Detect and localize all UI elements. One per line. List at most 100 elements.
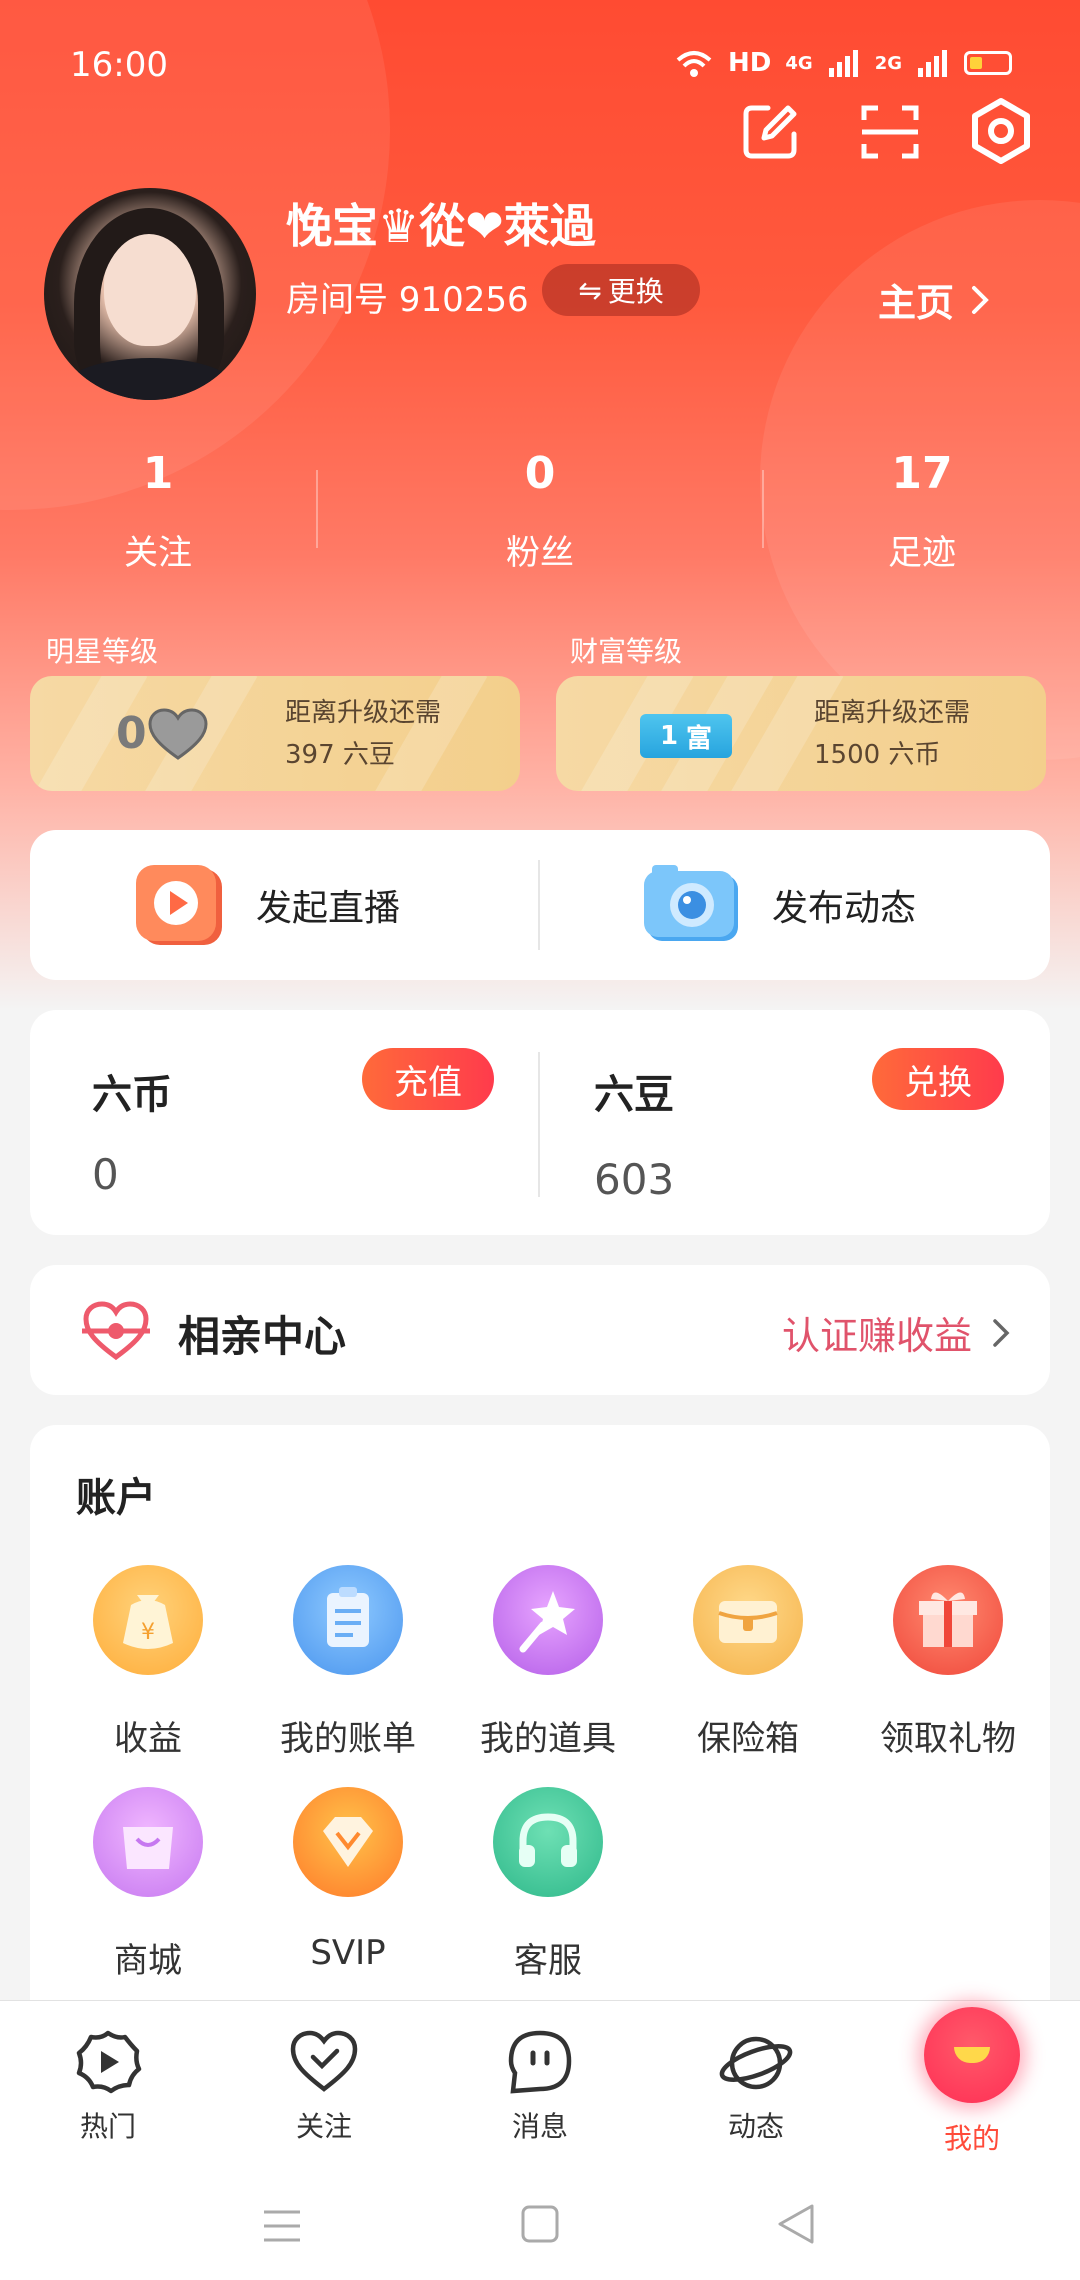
tab-hot[interactable]: 热门 xyxy=(28,2029,188,2145)
scan-icon[interactable] xyxy=(858,100,922,164)
mall-label: 商城 xyxy=(114,1941,182,1981)
signal-icon xyxy=(828,50,858,77)
swap-label: 更换 xyxy=(607,275,664,308)
coins-value: 0 xyxy=(92,1150,119,1199)
safe-box-label: 保险箱 xyxy=(697,1719,799,1759)
my-bills-item[interactable]: 我的账单 xyxy=(248,1565,448,1760)
start-live-button[interactable]: 发起直播 xyxy=(134,830,400,980)
beans-value: 603 xyxy=(594,1155,675,1204)
wealth-level-line1: 距离升级还需 xyxy=(814,698,971,728)
tab-moments-label: 动态 xyxy=(727,2110,784,2143)
homepage-link[interactable]: 主页 xyxy=(878,272,990,327)
network-4g-label: 4G xyxy=(785,52,813,74)
wealth-level-title: 财富等级 xyxy=(570,635,683,668)
mall-item[interactable]: 商城 xyxy=(48,1787,248,1982)
stat-fans-value: 0 xyxy=(524,448,556,499)
wealth-level-badge: 1 富 xyxy=(640,714,732,758)
post-moment-button[interactable]: 发布动态 xyxy=(642,830,916,980)
my-bills-label: 我的账单 xyxy=(280,1719,416,1759)
my-props-label: 我的道具 xyxy=(480,1719,616,1759)
recharge-button[interactable]: 充值 xyxy=(362,1048,494,1110)
avatar[interactable] xyxy=(44,188,256,400)
dating-center-title: 相亲中心 xyxy=(178,1312,347,1361)
username: 悗宝♛從❤萊過 xyxy=(286,199,596,253)
actions-divider xyxy=(538,860,540,950)
stat-footprints[interactable]: 17 足迹 xyxy=(822,448,1022,574)
diamond-icon xyxy=(293,1787,403,1897)
settings-icon[interactable] xyxy=(966,96,1036,166)
tab-me[interactable]: 我的 xyxy=(892,2007,1052,2157)
stat-following-value: 1 xyxy=(142,448,174,499)
back-icon[interactable] xyxy=(776,2202,816,2246)
home-icon[interactable] xyxy=(520,2204,560,2244)
homepage-label: 主页 xyxy=(878,281,955,325)
tab-hot-label: 热门 xyxy=(79,2110,136,2143)
account-card: 账户 ¥ 收益 我的账单 我的道具 保险箱 领取礼物 商城 SVIP 客服 xyxy=(30,1425,1050,2045)
stat-following[interactable]: 1 关注 xyxy=(58,448,258,574)
live-play-icon xyxy=(136,865,222,945)
earnings-label: 收益 xyxy=(114,1719,182,1759)
safe-box-item[interactable]: 保险箱 xyxy=(648,1565,848,1760)
verify-earn-link[interactable]: 认证赚收益 xyxy=(782,1305,1010,1360)
svip-item[interactable]: SVIP xyxy=(248,1787,448,1973)
customer-service-label: 客服 xyxy=(514,1941,582,1981)
message-face-icon xyxy=(508,2030,572,2094)
hd-indicator: HD xyxy=(728,48,772,78)
tab-me-label: 我的 xyxy=(943,2122,1000,2155)
wealth-level-number: 1 xyxy=(659,721,679,751)
network-2g-label: 2G xyxy=(874,52,902,74)
wealth-level-line2: 1500 六币 xyxy=(814,740,941,770)
stat-following-label: 关注 xyxy=(124,533,192,573)
chevron-right-icon xyxy=(972,285,989,314)
star-level-title: 明星等级 xyxy=(46,635,159,668)
my-props-item[interactable]: 我的道具 xyxy=(448,1565,648,1760)
gift-icon xyxy=(893,1565,1003,1675)
money-bag-icon: ¥ xyxy=(93,1565,203,1675)
coins-section: 六币 0 充值 xyxy=(30,1010,530,1235)
customer-service-item[interactable]: 客服 xyxy=(448,1787,648,1982)
status-bar: 16:00 HD 4G 2G xyxy=(0,40,1080,90)
stat-fans[interactable]: 0 粉丝 xyxy=(440,448,640,574)
star-level-number: 0 xyxy=(116,708,147,759)
claim-gift-label: 领取礼物 xyxy=(880,1719,1016,1759)
tab-moments[interactable]: 动态 xyxy=(676,2029,836,2145)
wealth-level-card[interactable]: 1 富 距离升级还需 1500 六币 xyxy=(556,676,1046,791)
edit-icon[interactable] xyxy=(738,100,802,164)
star-level-line2: 397 六豆 xyxy=(285,740,395,770)
swap-room-button[interactable]: ⇋ 更换 xyxy=(542,264,700,316)
chevron-right-icon xyxy=(993,1318,1010,1347)
verify-earn-label: 认证赚收益 xyxy=(781,1314,972,1358)
system-nav-bar xyxy=(0,2180,1080,2280)
tab-messages-label: 消息 xyxy=(511,2110,568,2143)
tab-follow[interactable]: 关注 xyxy=(244,2029,404,2145)
stat-footprints-label: 足迹 xyxy=(888,533,956,573)
stat-divider xyxy=(316,470,318,548)
actions-card: 发起直播 发布动态 xyxy=(30,830,1050,980)
svip-label: SVIP xyxy=(310,1933,386,1973)
earnings-item[interactable]: ¥ 收益 xyxy=(48,1565,248,1760)
stat-footprints-value: 17 xyxy=(891,448,953,499)
wallet-card: 六币 0 充值 六豆 603 兑换 xyxy=(30,1010,1050,1235)
camera-icon xyxy=(644,865,738,941)
swap-icon: ⇋ xyxy=(578,273,602,307)
battery-icon xyxy=(964,51,1012,75)
start-live-label: 发起直播 xyxy=(256,888,401,929)
hot-play-icon xyxy=(76,2030,142,2094)
stat-divider xyxy=(762,470,764,548)
me-face-icon xyxy=(924,2007,1020,2103)
star-level-badge: 0 xyxy=(116,704,236,764)
shopping-bag-icon xyxy=(93,1787,203,1897)
claim-gift-item[interactable]: 领取礼物 xyxy=(848,1565,1048,1760)
status-icons: HD 4G 2G xyxy=(674,48,1012,78)
menu-icon[interactable] xyxy=(262,2208,302,2244)
bill-icon xyxy=(293,1565,403,1675)
post-moment-label: 发布动态 xyxy=(772,888,917,929)
tab-messages[interactable]: 消息 xyxy=(460,2029,620,2145)
dating-center-card[interactable]: 相亲中心 认证赚收益 xyxy=(30,1265,1050,1395)
account-title: 账户 xyxy=(76,1475,156,1521)
room-number: 房间号 910256 xyxy=(286,280,529,320)
star-level-card[interactable]: 0 距离升级还需 397 六豆 xyxy=(30,676,520,791)
exchange-button[interactable]: 兑换 xyxy=(872,1048,1004,1110)
svg-text:¥: ¥ xyxy=(141,1620,155,1645)
heart-check-icon xyxy=(290,2030,358,2092)
